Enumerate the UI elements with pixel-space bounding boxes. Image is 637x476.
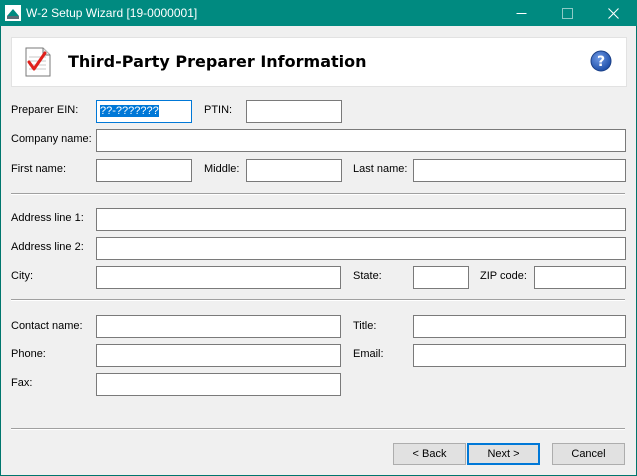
cancel-button[interactable]: Cancel <box>552 443 625 465</box>
zip-code-label: ZIP code: <box>480 270 527 282</box>
preparer-ein-label: Preparer EIN: <box>11 104 79 116</box>
minimize-button[interactable] <box>499 0 545 26</box>
city-label: City: <box>11 270 33 282</box>
separator <box>11 299 625 301</box>
email-field[interactable] <box>413 344 626 367</box>
title-bar[interactable]: W-2 Setup Wizard [19-0000001] <box>0 0 637 26</box>
first-name-field[interactable] <box>96 159 192 182</box>
ptin-field[interactable] <box>246 100 342 123</box>
city-field[interactable] <box>96 266 341 289</box>
window-title: W-2 Setup Wizard [19-0000001] <box>26 6 198 20</box>
last-name-field[interactable] <box>413 159 626 182</box>
address-line-1-label: Address line 1: <box>11 212 84 224</box>
state-label: State: <box>353 270 382 282</box>
wizard-header: Third-Party Preparer Information ? <box>11 37 627 87</box>
app-logo-icon[interactable] <box>5 5 21 21</box>
help-icon[interactable]: ? <box>590 50 612 75</box>
separator <box>11 428 625 430</box>
address-line-2-field[interactable] <box>96 237 626 260</box>
close-button[interactable] <box>591 0 637 26</box>
contact-name-label: Contact name: <box>11 320 83 332</box>
company-name-label: Company name: <box>11 133 92 145</box>
maximize-button[interactable] <box>545 0 591 26</box>
preparer-ein-field[interactable]: ??-??????? <box>96 100 192 123</box>
back-button[interactable]: < Back <box>393 443 466 465</box>
state-field[interactable] <box>413 266 469 289</box>
email-label: Email: <box>353 348 384 360</box>
separator <box>11 193 625 195</box>
help-icon-glyph: ? <box>597 54 605 70</box>
middle-name-label: Middle: <box>204 163 240 175</box>
contact-name-field[interactable] <box>96 315 341 338</box>
fax-label: Fax: <box>11 377 33 389</box>
preparer-ein-selected-text: ??-??????? <box>100 105 159 117</box>
middle-name-field[interactable] <box>246 159 342 182</box>
last-name-label: Last name: <box>353 163 408 175</box>
next-button[interactable]: Next > <box>467 443 540 465</box>
address-line-2-label: Address line 2: <box>11 241 84 253</box>
phone-field[interactable] <box>96 344 341 367</box>
company-name-field[interactable] <box>96 129 626 152</box>
fax-field[interactable] <box>96 373 341 396</box>
title-label: Title: <box>353 320 377 332</box>
zip-code-field[interactable] <box>534 266 626 289</box>
page-title: Third-Party Preparer Information <box>68 52 367 71</box>
first-name-label: First name: <box>11 163 67 175</box>
checklist-icon <box>25 47 51 80</box>
ptin-label: PTIN: <box>204 104 233 116</box>
phone-label: Phone: <box>11 348 46 360</box>
address-line-1-field[interactable] <box>96 208 626 231</box>
title-field[interactable] <box>413 315 626 338</box>
